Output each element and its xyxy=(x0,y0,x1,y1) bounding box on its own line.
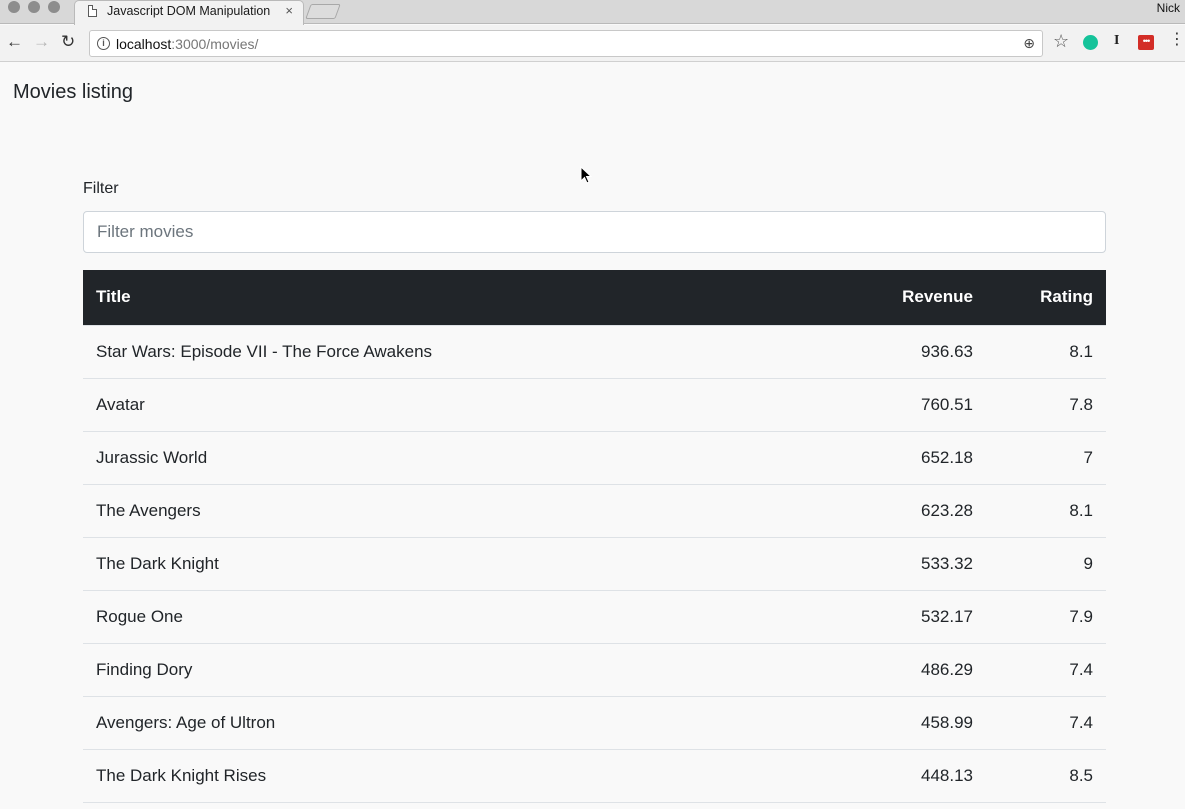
table-row: The Dark Knight 533.32 9 xyxy=(83,536,1106,590)
tab-title: Javascript DOM Manipulation xyxy=(107,4,271,18)
close-window-button[interactable] xyxy=(8,1,20,13)
column-header-title: Title xyxy=(83,270,836,325)
browser-toolbar: ← → ↻ i localhost:3000/movies/ ⊕ ☆ I •••… xyxy=(0,25,1185,62)
mouse-pointer-icon xyxy=(580,166,592,184)
maximize-window-button[interactable] xyxy=(48,1,60,13)
text-cursor-extension-icon[interactable]: I xyxy=(1114,33,1119,49)
movie-rating-cell: 7 xyxy=(986,430,1106,484)
movie-rating-cell: 8.1 xyxy=(986,324,1106,378)
movie-revenue-cell: 448.13 xyxy=(836,748,986,803)
document-icon xyxy=(88,5,97,17)
column-header-rating: Rating xyxy=(986,270,1106,325)
minimize-window-button[interactable] xyxy=(28,1,40,13)
filter-input[interactable] xyxy=(83,211,1106,253)
movie-rating-cell: 8.5 xyxy=(986,748,1106,803)
forward-arrow-icon[interactable]: → xyxy=(33,31,50,53)
movie-revenue-cell: 936.63 xyxy=(836,324,986,378)
movies-table: Title Revenue Rating Star Wars: Episode … xyxy=(83,270,1106,803)
movie-revenue-cell: 458.99 xyxy=(836,695,986,749)
browser-menu-icon[interactable]: ⋮ xyxy=(1169,32,1185,48)
column-header-revenue: Revenue xyxy=(836,270,986,325)
new-tab-button[interactable] xyxy=(305,4,341,19)
movie-rating-cell: 7.9 xyxy=(986,589,1106,643)
browser-tab[interactable]: Javascript DOM Manipulation × xyxy=(74,0,304,25)
table-row: Finding Dory 486.29 7.4 xyxy=(83,642,1106,696)
movie-title-cell: Avengers: Age of Ultron xyxy=(83,695,836,749)
zoom-icon[interactable]: ⊕ xyxy=(1023,35,1035,52)
table-row: Avatar 760.51 7.8 xyxy=(83,377,1106,431)
movie-revenue-cell: 623.28 xyxy=(836,483,986,537)
table-header-row: Title Revenue Rating xyxy=(83,270,1106,325)
browser-tab-bar: Javascript DOM Manipulation × Nick xyxy=(0,0,1185,25)
lastpass-extension-icon[interactable]: ••• xyxy=(1138,35,1154,50)
url-host: localhost xyxy=(116,36,172,52)
tab-close-icon[interactable]: × xyxy=(285,3,293,18)
table-header: Title Revenue Rating xyxy=(83,270,1106,325)
movie-rating-cell: 9 xyxy=(986,536,1106,590)
movie-rating-cell: 8.1 xyxy=(986,483,1106,537)
table-row: Rogue One 532.17 7.9 xyxy=(83,589,1106,643)
movie-title-cell: Jurassic World xyxy=(83,430,836,484)
profile-name[interactable]: Nick xyxy=(1157,1,1180,15)
movie-rating-cell: 7.4 xyxy=(986,695,1106,749)
filter-label: Filter xyxy=(83,180,119,197)
table-row: Star Wars: Episode VII - The Force Awake… xyxy=(83,324,1106,378)
movie-title-cell: The Dark Knight xyxy=(83,536,836,590)
movie-title-cell: Rogue One xyxy=(83,589,836,643)
movie-revenue-cell: 532.17 xyxy=(836,589,986,643)
table-row: The Dark Knight Rises 448.13 8.5 xyxy=(83,748,1106,803)
site-info-icon[interactable]: i xyxy=(97,37,110,50)
movie-rating-cell: 7.8 xyxy=(986,377,1106,431)
address-bar[interactable]: i localhost:3000/movies/ ⊕ xyxy=(89,30,1043,57)
movie-title-cell: Finding Dory xyxy=(83,642,836,696)
table-row: Jurassic World 652.18 7 xyxy=(83,430,1106,484)
bookmark-star-icon[interactable]: ☆ xyxy=(1053,31,1069,52)
movie-title-cell: The Dark Knight Rises xyxy=(83,748,836,803)
table-body: Star Wars: Episode VII - The Force Awake… xyxy=(83,324,1106,803)
movie-revenue-cell: 486.29 xyxy=(836,642,986,696)
table-row: The Avengers 623.28 8.1 xyxy=(83,483,1106,537)
back-arrow-icon[interactable]: ← xyxy=(6,31,23,53)
page-title: Movies listing xyxy=(13,81,134,103)
grammarly-extension-icon[interactable] xyxy=(1083,35,1098,50)
movie-title-cell: Star Wars: Episode VII - The Force Awake… xyxy=(83,324,836,378)
table-row: Avengers: Age of Ultron 458.99 7.4 xyxy=(83,695,1106,749)
movie-revenue-cell: 760.51 xyxy=(836,377,986,431)
reload-icon[interactable]: ↻ xyxy=(61,31,75,53)
movie-title-cell: The Avengers xyxy=(83,483,836,537)
url-text[interactable]: localhost:3000/movies/ xyxy=(116,36,258,52)
movie-revenue-cell: 652.18 xyxy=(836,430,986,484)
movie-rating-cell: 7.4 xyxy=(986,642,1106,696)
movie-revenue-cell: 533.32 xyxy=(836,536,986,590)
movie-title-cell: Avatar xyxy=(83,377,836,431)
url-path: :3000/movies/ xyxy=(171,36,259,52)
